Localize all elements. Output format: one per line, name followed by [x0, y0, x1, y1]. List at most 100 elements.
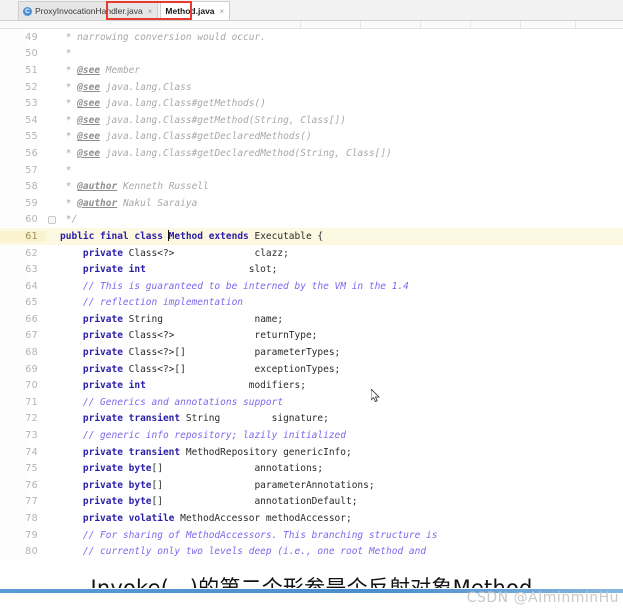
code-line[interactable]: 49 * narrowing conversion would occur. [0, 29, 623, 46]
code-token: Kenneth Russell [117, 181, 209, 193]
tab-label: ProxyInvocationHandler.java [35, 6, 143, 16]
code-line[interactable]: 64 // This is guaranteed to be interned … [0, 278, 623, 295]
tab-method[interactable]: Method.java × [160, 1, 231, 20]
code-token: // This is guaranteed to be interned by … [60, 280, 409, 292]
line-number: 53 [25, 98, 38, 110]
code-line[interactable]: 72 private transient String signature; [0, 411, 623, 428]
line-number: 68 [25, 347, 38, 359]
line-number: 54 [25, 114, 38, 126]
code-token: public final class [60, 231, 169, 243]
code-fold-icon[interactable] [48, 215, 56, 224]
code-line[interactable]: 65 // reflection implementation [0, 295, 623, 312]
code-token: private [60, 330, 129, 342]
code-line[interactable]: 79 // For sharing of MethodAccessors. Th… [0, 527, 623, 544]
tab-proxyinvocationhandler[interactable]: C ProxyInvocationHandler.java × [18, 1, 159, 20]
code-line[interactable]: 59 * @author Nakul Saraiya [0, 195, 623, 212]
code-token: slot; [145, 264, 278, 276]
code-text: * @see Member [46, 65, 623, 76]
line-number: 67 [25, 330, 38, 342]
code-text: * @author Kenneth Russell [46, 181, 623, 192]
code-text: * [46, 48, 623, 59]
csdn-watermark: CSDN @AIminminHu [466, 590, 619, 606]
code-line[interactable]: 53 * @see java.lang.Class#getMethods() [0, 95, 623, 112]
line-number: 78 [25, 513, 38, 525]
code-line[interactable]: 50 * [0, 46, 623, 63]
code-line[interactable]: 80 // currently only two levels deep (i.… [0, 543, 623, 560]
code-line[interactable]: 51 * @see Member [0, 62, 623, 79]
footer-watermark-bar: CSDN @AIminminHu [0, 588, 623, 614]
line-number: 62 [25, 247, 38, 259]
code-editor[interactable]: 49 * narrowing conversion would occur. 50… [0, 29, 623, 560]
line-number: 50 [25, 48, 38, 60]
code-token: Class<?>[] parameterTypes; [128, 347, 341, 359]
code-text: private int modifiers; [46, 380, 623, 391]
code-line[interactable]: 78 private volatile MethodAccessor metho… [0, 510, 623, 527]
code-token: Member [100, 64, 141, 76]
java-class-icon: C [23, 6, 32, 16]
code-line[interactable]: 69 private Class<?>[] exceptionTypes; [0, 361, 623, 378]
code-line[interactable]: 57 * [0, 162, 623, 179]
code-line[interactable]: 74 private transient MethodRepository ge… [0, 444, 623, 461]
line-number: 69 [25, 363, 38, 375]
code-token: // For sharing of MethodAccessors. This … [60, 529, 438, 541]
code-line[interactable]: 67 private Class<?> returnType; [0, 328, 623, 345]
code-line[interactable]: 58 * @author Kenneth Russell [0, 178, 623, 195]
code-text: * @see java.lang.Class#getDeclaredMethod… [46, 131, 623, 142]
code-text: public final class Method extends Execut… [46, 230, 623, 242]
code-text: private byte[] parameterAnnotations; [46, 480, 623, 491]
code-token: // Generics and annotations support [60, 396, 284, 408]
code-text: private byte[] annotations; [46, 463, 623, 474]
code-token: * [60, 98, 78, 110]
code-token: java.lang.Class#getDeclaredMethod(String… [100, 147, 392, 159]
code-line[interactable]: 63 private int slot; [0, 261, 623, 278]
line-number: 80 [25, 546, 38, 558]
code-text: private String name; [46, 314, 623, 325]
code-token: @see [77, 131, 101, 143]
code-line[interactable]: 68 private Class<?>[] parameterTypes; [0, 344, 623, 361]
code-line[interactable]: 56 * @see java.lang.Class#getDeclaredMet… [0, 145, 623, 162]
close-icon[interactable]: × [220, 7, 225, 16]
code-token: Class<?>[] exceptionTypes; [128, 363, 341, 375]
code-token: Class<?> returnType; [128, 330, 318, 342]
line-number: 79 [25, 529, 38, 541]
code-line[interactable]: 73 // generic info repository; lazily in… [0, 427, 623, 444]
code-token: Nakul Saraiya [117, 197, 198, 209]
code-text: // generic info repository; lazily initi… [46, 430, 623, 441]
code-line[interactable]: 61 public final class Method extends Exec… [0, 228, 623, 245]
code-line[interactable]: 75 private byte[] annotations; [0, 460, 623, 477]
line-number: 49 [25, 31, 38, 43]
code-token: MethodRepository genericInfo; [185, 446, 352, 458]
close-icon[interactable]: × [148, 7, 153, 16]
code-token: modifiers; [145, 380, 306, 392]
code-token: private byte [60, 463, 152, 475]
code-line[interactable]: 54 * @see java.lang.Class#getMethod(Stri… [0, 112, 623, 129]
code-line[interactable]: 77 private byte[] annotationDefault; [0, 494, 623, 511]
line-number: 77 [25, 496, 38, 508]
line-number: 76 [25, 479, 38, 491]
code-text: * narrowing conversion would occur. [46, 32, 623, 43]
code-text: * @see java.lang.Class#getMethod(String,… [46, 115, 623, 126]
line-number: 59 [25, 197, 38, 209]
code-line[interactable]: 66 private String name; [0, 311, 623, 328]
code-token: // reflection implementation [60, 297, 244, 309]
line-number: 71 [25, 396, 38, 408]
code-text: // currently only two levels deep (i.e.,… [46, 546, 623, 557]
code-line[interactable]: 62 private Class<?> clazz; [0, 245, 623, 262]
line-number: 52 [25, 81, 38, 93]
code-line[interactable]: 55 * @see java.lang.Class#getDeclaredMet… [0, 129, 623, 146]
code-token: MethodAccessor methodAccessor; [180, 513, 352, 525]
code-line[interactable]: 60 */ [0, 212, 623, 229]
line-number: 63 [25, 264, 38, 276]
code-line[interactable]: 52 * @see java.lang.Class [0, 79, 623, 96]
code-line[interactable]: 71 // Generics and annotations support [0, 394, 623, 411]
code-token: java.lang.Class#getDeclaredMethods() [100, 131, 312, 143]
code-token: * [60, 164, 72, 176]
code-text: // reflection implementation [46, 297, 623, 308]
code-line[interactable]: 70 private int modifiers; [0, 377, 623, 394]
code-token: * [60, 197, 78, 209]
code-token: * [60, 48, 72, 60]
code-text: private Class<?> returnType; [46, 330, 623, 341]
code-text: private transient MethodRepository gener… [46, 447, 623, 458]
code-token: private [60, 363, 129, 375]
code-line[interactable]: 76 private byte[] parameterAnnotations; [0, 477, 623, 494]
